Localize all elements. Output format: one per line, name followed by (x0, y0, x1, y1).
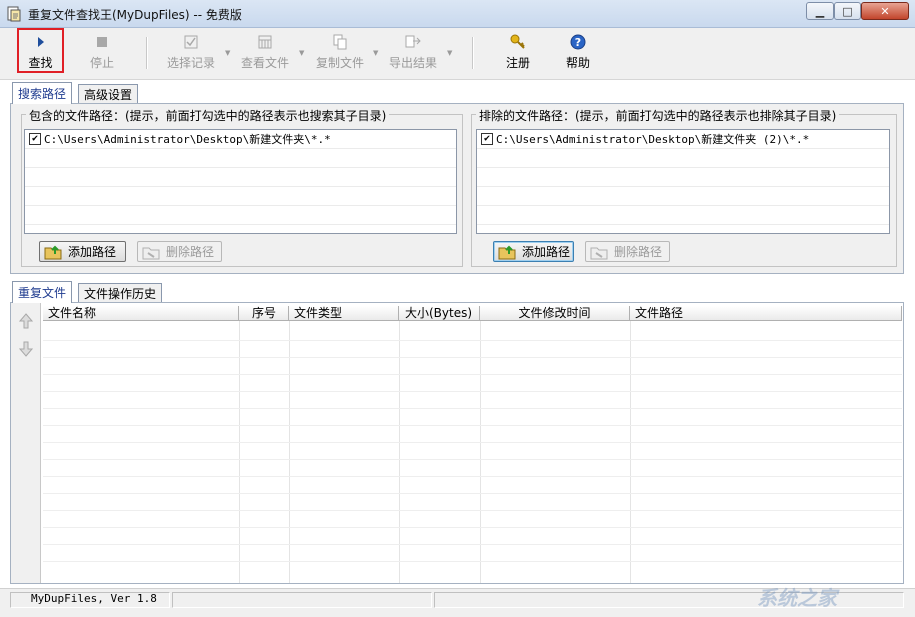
export-results-button[interactable]: 导出结果 (384, 32, 442, 74)
delete-exclude-path-button[interactable]: 删除路径 (585, 241, 670, 262)
window-title: 重复文件查找王(MyDupFiles) -- 免费版 (28, 8, 242, 22)
grid-line (43, 442, 902, 443)
chevron-down-icon[interactable]: ▼ (225, 50, 232, 57)
minimize-button[interactable]: ▁ (806, 2, 834, 20)
path-text: C:\Users\Administrator\Desktop\新建文件夹 (2)… (496, 133, 810, 146)
list-item-empty (477, 187, 889, 206)
exclude-paths-title: 排除的文件路径：(提示，前面打勾选中的路径表示也排除其子目录) (476, 107, 840, 124)
path-checkbox[interactable]: ✔ (481, 133, 493, 145)
grid-line (43, 374, 902, 375)
arrow-down-icon[interactable] (19, 341, 33, 357)
folder-add-icon (498, 245, 516, 259)
list-item-empty (25, 187, 456, 206)
results-panel (10, 302, 904, 584)
tab-search-path[interactable]: 搜索路径 (12, 82, 73, 104)
grid-line (43, 561, 902, 562)
delete-include-path-button[interactable]: 删除路径 (137, 241, 222, 262)
chevron-down-icon[interactable]: ▼ (299, 50, 306, 57)
grid-line (43, 425, 902, 426)
grid-line (43, 391, 902, 392)
grid-line (43, 357, 902, 358)
status-cell (172, 592, 432, 608)
close-button[interactable]: ✕ (861, 2, 909, 20)
include-paths-list[interactable]: ✔ C:\Users\Administrator\Desktop\新建文件夹\*… (24, 129, 457, 234)
stop-button[interactable]: 停止 (82, 32, 122, 74)
copy-icon (333, 32, 347, 52)
list-item-empty (477, 168, 889, 187)
folder-delete-icon (142, 247, 160, 259)
grid-line (43, 544, 902, 545)
select-records-button[interactable]: 选择记录 (162, 32, 220, 74)
help-button[interactable]: ? 帮助 (558, 32, 598, 74)
list-item-empty (477, 206, 889, 225)
export-icon (405, 32, 421, 52)
chevron-down-icon[interactable]: ▼ (373, 50, 380, 57)
grid-line (43, 476, 902, 477)
tab-advanced-settings[interactable]: 高级设置 (78, 84, 139, 104)
column-header-file-type[interactable]: 文件类型 (289, 306, 399, 321)
stop-icon (97, 32, 107, 52)
grid-line (43, 459, 902, 460)
status-text: MyDupFiles, Ver 1.8 (31, 592, 157, 605)
column-header-file-path[interactable]: 文件路径 (630, 306, 902, 321)
column-header-modified-time[interactable]: 文件修改时间 (480, 306, 630, 321)
view-file-button[interactable]: 查看文件 (236, 32, 294, 74)
arrow-up-icon[interactable] (19, 313, 33, 329)
exclude-paths-list[interactable]: ✔ C:\Users\Administrator\Desktop\新建文件夹 (… (476, 129, 890, 234)
grid-line (43, 510, 902, 511)
column-header-index[interactable]: 序号 (239, 306, 289, 321)
register-button[interactable]: 注册 (498, 32, 538, 74)
svg-text:?: ? (575, 36, 581, 49)
tab-file-operation-history[interactable]: 文件操作历史 (78, 283, 163, 303)
checklist-icon (184, 32, 198, 52)
tab-duplicate-files[interactable]: 重复文件 (12, 281, 73, 303)
find-highlight-box (17, 28, 64, 73)
add-include-path-button[interactable]: 添加路径 (39, 241, 126, 262)
grid-line (43, 340, 902, 341)
list-item[interactable]: ✔ C:\Users\Administrator\Desktop\新建文件夹 (… (477, 130, 889, 149)
copy-file-button[interactable]: 复制文件 (311, 32, 369, 74)
grid-line (43, 527, 902, 528)
list-item-empty (25, 149, 456, 168)
column-header-file-name[interactable]: 文件名称 (43, 306, 239, 321)
add-exclude-path-button[interactable]: 添加路径 (493, 241, 574, 262)
grid-line (43, 493, 902, 494)
include-paths-title: 包含的文件路径：(提示，前面打勾选中的路径表示也搜索其子目录) (26, 107, 390, 124)
file-view-icon (258, 32, 272, 52)
key-icon (510, 32, 526, 52)
list-item[interactable]: ✔ C:\Users\Administrator\Desktop\新建文件夹\*… (25, 130, 456, 149)
watermark-logo: 系统之家 (757, 586, 837, 610)
toolbar (0, 28, 915, 80)
app-icon (7, 6, 21, 22)
list-item-empty (25, 168, 456, 187)
maximize-button[interactable]: □ (834, 2, 861, 20)
toolbar-separator (146, 37, 147, 69)
list-item-empty (25, 206, 456, 225)
path-checkbox[interactable]: ✔ (29, 133, 41, 145)
grid-line (43, 408, 902, 409)
list-item-empty (477, 149, 889, 168)
column-header-size[interactable]: 大小(Bytes) (399, 306, 480, 321)
folder-delete-icon (590, 247, 608, 259)
path-text: C:\Users\Administrator\Desktop\新建文件夹\*.* (44, 133, 331, 146)
chevron-down-icon[interactable]: ▼ (447, 50, 454, 57)
toolbar-separator (472, 37, 473, 69)
help-icon: ? (570, 32, 586, 52)
folder-add-icon (44, 245, 62, 259)
